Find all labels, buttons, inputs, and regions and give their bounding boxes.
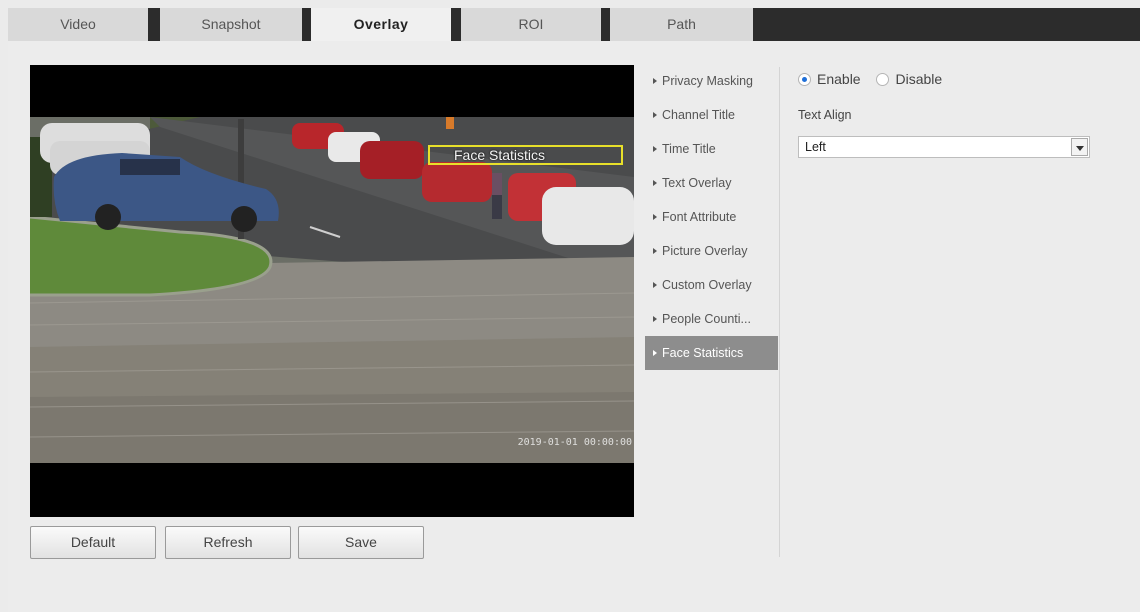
refresh-button[interactable]: Refresh — [165, 526, 291, 559]
tab-roi[interactable]: ROI — [461, 8, 601, 41]
chevron-right-icon — [653, 145, 657, 152]
menu-item-label: People Counti... — [662, 312, 751, 326]
save-button[interactable]: Save — [298, 526, 424, 559]
chevron-right-icon — [653, 179, 657, 186]
menu-item-face-statistics[interactable]: Face Statistics — [645, 336, 778, 370]
osd-time-title: 2019-01-01 00:00:00 — [517, 437, 632, 448]
menu-item-label: Font Attribute — [662, 210, 737, 224]
tab-separator — [148, 8, 153, 41]
video-preview[interactable]: Face Statistics 2019-01-01 00:00:00 — [30, 65, 634, 517]
chevron-right-icon — [653, 349, 657, 356]
tab-separator — [302, 8, 307, 41]
menu-item-font-attribute[interactable]: Font Attribute — [645, 200, 778, 234]
enable-radio-group: Enable Disable — [798, 71, 954, 89]
overlay-menu: Privacy Masking Channel Title Time Title… — [645, 64, 778, 370]
chevron-right-icon — [653, 247, 657, 254]
chevron-right-icon — [653, 77, 657, 84]
default-button[interactable]: Default — [30, 526, 156, 559]
menu-item-text-overlay[interactable]: Text Overlay — [645, 166, 778, 200]
menu-item-people-counting[interactable]: People Counti... — [645, 302, 778, 336]
menu-item-label: Custom Overlay — [662, 278, 752, 292]
menu-item-custom-overlay[interactable]: Custom Overlay — [645, 268, 778, 302]
tab-video[interactable]: Video — [8, 8, 148, 41]
tab-path[interactable]: Path — [610, 8, 753, 41]
menu-item-privacy-masking[interactable]: Privacy Masking — [645, 64, 778, 98]
menu-item-time-title[interactable]: Time Title — [645, 132, 778, 166]
tab-snapshot[interactable]: Snapshot — [160, 8, 302, 41]
menu-item-label: Picture Overlay — [662, 244, 748, 258]
text-align-select[interactable]: Left — [798, 136, 1090, 158]
menu-item-label: Privacy Masking — [662, 74, 753, 88]
menu-item-picture-overlay[interactable]: Picture Overlay — [645, 234, 778, 268]
enable-radio[interactable] — [798, 73, 811, 86]
menu-item-label: Text Overlay — [662, 176, 732, 190]
menu-item-channel-title[interactable]: Channel Title — [645, 98, 778, 132]
chevron-right-icon — [653, 315, 657, 322]
menu-divider — [779, 67, 780, 557]
enable-radio-label: Enable — [817, 71, 861, 87]
content-panel: Face Statistics 2019-01-01 00:00:00 Defa… — [8, 41, 1140, 612]
text-align-label: Text Align — [798, 108, 852, 122]
menu-item-label: Face Statistics — [662, 346, 744, 360]
menu-item-label: Channel Title — [662, 108, 735, 122]
chevron-down-icon[interactable] — [1071, 138, 1088, 156]
camera-scene-image — [30, 117, 634, 463]
disable-radio[interactable] — [876, 73, 890, 86]
disable-radio-label: Disable — [895, 71, 943, 87]
chevron-right-icon — [653, 111, 657, 118]
tab-overlay[interactable]: Overlay — [311, 8, 451, 41]
chevron-right-icon — [653, 281, 657, 288]
chevron-right-icon — [653, 213, 657, 220]
tab-bar: Video Snapshot Overlay ROI Path — [8, 8, 1140, 41]
menu-item-label: Time Title — [662, 142, 716, 156]
tab-separator — [601, 8, 606, 41]
face-statistics-osd[interactable]: Face Statistics — [428, 145, 623, 165]
text-align-value: Left — [805, 140, 826, 154]
tab-separator — [451, 8, 456, 41]
